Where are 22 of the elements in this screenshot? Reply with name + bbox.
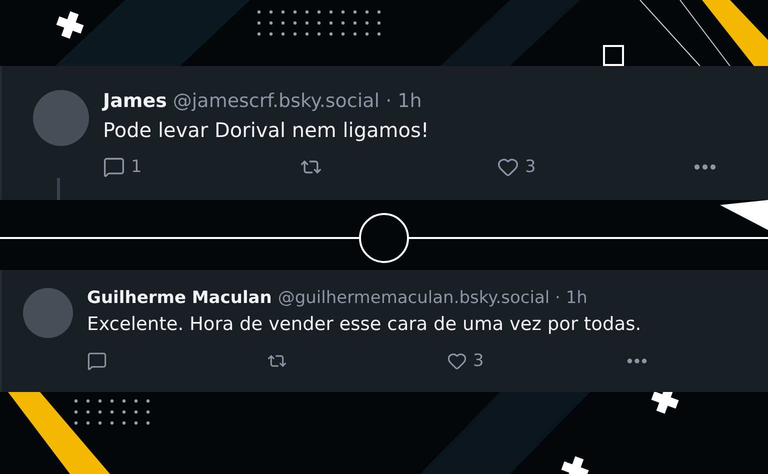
square-outline (603, 45, 624, 66)
handle-and-time: @jamescrf.bsky.social · 1h (172, 90, 422, 112)
more-icon (627, 358, 647, 364)
author-name[interactable]: Guilherme Maculan (87, 288, 272, 308)
like-button[interactable]: 3 (447, 351, 484, 371)
heart-icon (497, 156, 519, 178)
triangle-wedge (720, 200, 768, 230)
comment-icon (103, 156, 125, 178)
more-icon (694, 164, 716, 170)
plus-shape (561, 456, 589, 474)
heart-icon (447, 351, 467, 371)
post-text: Pode levar Dorival nem ligamos! (103, 118, 430, 142)
reply-button[interactable]: 1 (103, 156, 142, 178)
diagonal-line (680, 0, 730, 66)
post-text: Excelente. Hora de vender esse cara de uma vez por todas. (87, 314, 642, 335)
comment-icon (87, 351, 107, 371)
like-button[interactable]: 3 (497, 156, 536, 178)
handle-and-time: @guilhermemaculan.bsky.social · 1h (278, 288, 588, 308)
reply-button[interactable] (87, 351, 107, 371)
plus-shape (56, 11, 84, 39)
diagonal-line (640, 0, 700, 66)
author-name[interactable]: James (103, 90, 167, 112)
